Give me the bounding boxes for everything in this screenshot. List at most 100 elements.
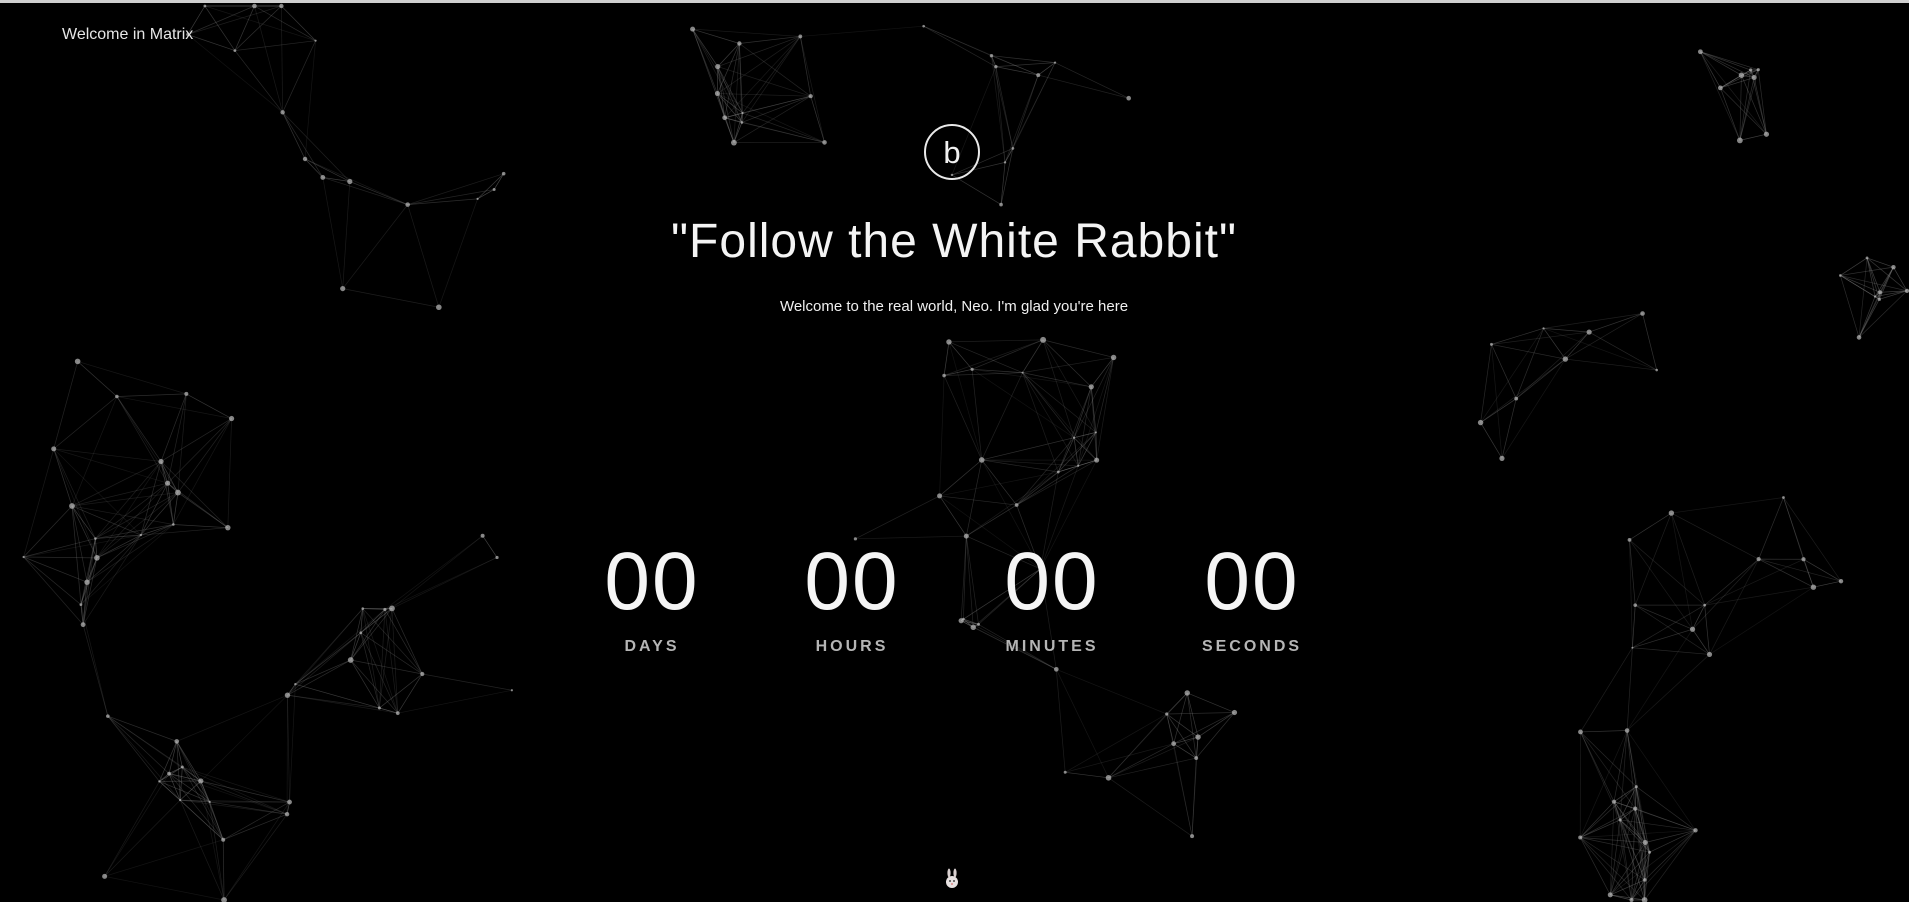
network-node: [1751, 75, 1757, 81]
network-link: [104, 876, 225, 901]
network-link: [981, 459, 1059, 473]
network-node: [1489, 342, 1493, 346]
network-node: [174, 739, 180, 744]
network-node: [79, 603, 83, 607]
network-node: [51, 446, 57, 452]
network-node: [495, 555, 499, 560]
network-node: [1838, 578, 1844, 584]
network-link: [939, 495, 1017, 506]
network-link: [1038, 62, 1056, 76]
network-link: [1626, 654, 1710, 731]
network-link: [1173, 743, 1193, 837]
network-link: [943, 341, 950, 376]
network-link: [116, 396, 179, 493]
network-node: [1904, 288, 1909, 293]
network-node: [405, 202, 410, 207]
network-link: [1704, 558, 1804, 606]
network-link: [282, 112, 306, 160]
network-link: [1579, 837, 1611, 896]
network-node: [1689, 626, 1696, 632]
network-link: [1054, 62, 1129, 99]
network-node: [347, 657, 354, 663]
network-link: [1579, 801, 1615, 838]
network-node: [1633, 603, 1638, 607]
network-node: [714, 91, 720, 97]
circle-b-logo-icon: b: [924, 124, 980, 180]
network-node: [284, 812, 290, 817]
network-link: [422, 673, 512, 691]
headline: "Follow the White Rabbit": [671, 215, 1237, 268]
network-link: [287, 632, 362, 696]
network-node: [1011, 147, 1015, 150]
network-link: [1632, 605, 1636, 648]
network-node: [1642, 840, 1648, 846]
network-link: [1580, 731, 1615, 802]
network-node: [946, 339, 952, 345]
network-link: [1065, 771, 1109, 779]
network-link: [1635, 604, 1710, 655]
network-node: [1105, 774, 1112, 781]
network-node: [1477, 419, 1484, 426]
network-node: [167, 771, 171, 776]
network-link: [23, 538, 96, 558]
network-link: [855, 495, 940, 540]
site-title-link[interactable]: Welcome in Matrix: [62, 26, 193, 44]
countdown-days-value: 00: [604, 536, 700, 627]
network-link: [391, 535, 483, 609]
network-link: [53, 448, 162, 462]
network-link: [724, 36, 801, 118]
network-node: [822, 140, 827, 145]
subtitle: Welcome to the real world, Neo. I'm glad…: [779, 298, 1129, 315]
network-link: [80, 534, 142, 605]
network-link: [1709, 558, 1759, 655]
network-link: [692, 28, 743, 114]
network-link: [742, 95, 811, 114]
network-node: [377, 706, 381, 710]
network-link: [379, 673, 423, 709]
network-node: [184, 391, 189, 396]
network-node: [1094, 431, 1097, 434]
network-link: [923, 25, 992, 57]
network-link: [1565, 331, 1590, 360]
network-link: [1173, 743, 1197, 759]
network-link: [810, 96, 825, 143]
network-node: [1077, 464, 1080, 467]
network-link: [1108, 692, 1188, 779]
network-node: [1021, 371, 1024, 374]
network-node: [1703, 603, 1707, 607]
network-link: [965, 536, 974, 628]
network-link: [1758, 497, 1784, 560]
network-node: [1054, 667, 1059, 672]
network-link: [1704, 558, 1759, 606]
countdown-seconds: 00 SECONDS: [1182, 536, 1322, 656]
network-link: [1012, 62, 1056, 149]
network-link: [981, 459, 1017, 506]
network-node: [436, 304, 442, 311]
network-node: [958, 618, 964, 624]
network-link: [1480, 344, 1492, 423]
network-link: [223, 801, 290, 901]
network-link: [71, 505, 84, 625]
network-link: [23, 556, 84, 625]
network-link: [1692, 558, 1759, 630]
network-link: [1108, 757, 1197, 779]
network-link: [1480, 422, 1503, 459]
network-link: [1491, 344, 1566, 360]
network-link: [384, 557, 498, 610]
network-link: [349, 181, 408, 205]
network-link: [200, 780, 288, 815]
network-link: [96, 492, 179, 559]
network-link: [304, 158, 324, 178]
network-link: [1480, 358, 1566, 423]
network-link: [397, 673, 423, 714]
network-link: [179, 799, 225, 901]
network-link: [23, 556, 82, 605]
white-rabbit-icon[interactable]: [941, 868, 963, 890]
network-node: [106, 714, 110, 718]
network-node: [158, 458, 164, 465]
network-link: [254, 5, 283, 113]
network-link: [1173, 712, 1235, 744]
network-node: [175, 489, 181, 496]
network-link: [116, 396, 162, 462]
network-node: [715, 63, 721, 70]
